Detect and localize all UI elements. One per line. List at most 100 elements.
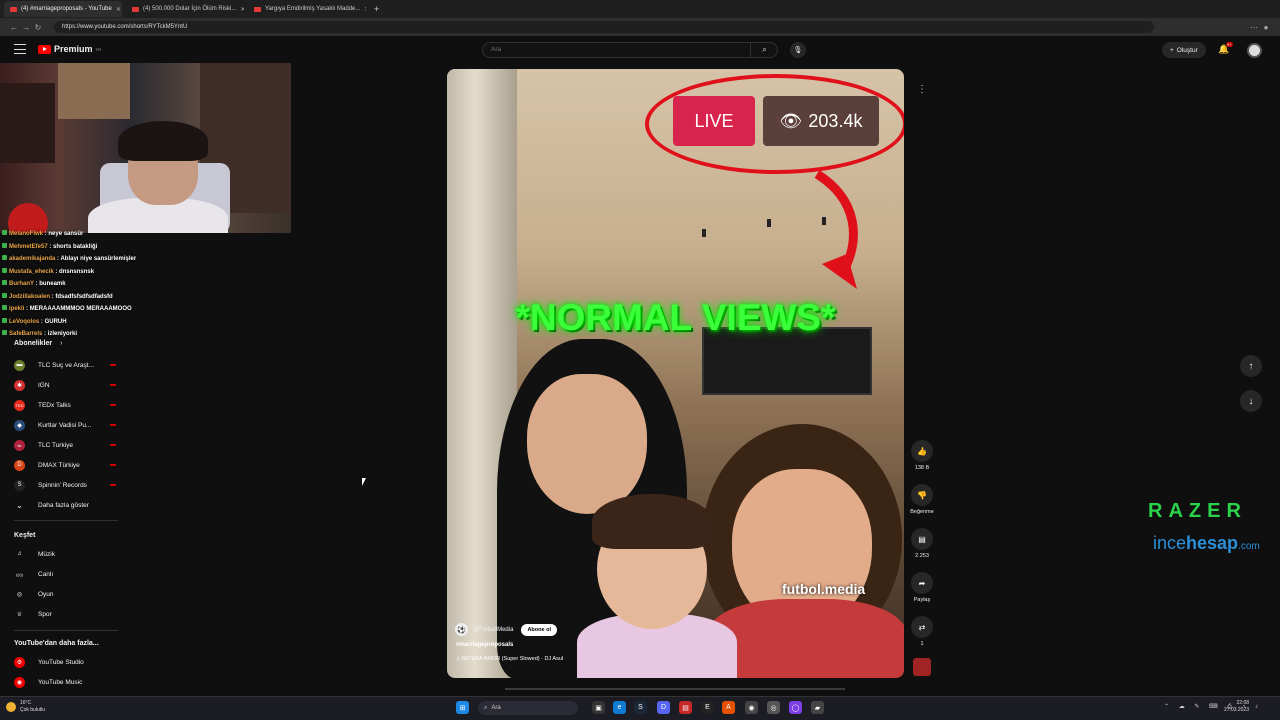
chat-text: izleniyorki xyxy=(47,331,78,337)
steam-icon[interactable]: S xyxy=(634,701,647,714)
app-icon[interactable]: ▤ xyxy=(679,701,692,714)
shorts-video-player[interactable]: LIVE 👁 203.4k *NORMAL VIEWS* futbol.medi… xyxy=(447,69,904,678)
live-indicator xyxy=(110,364,116,366)
chat-username: LeVoqolos xyxy=(9,318,40,325)
tab-title: Yargıya Emdirilmiş Yasaklı Madde... xyxy=(265,6,361,12)
sidebar-item[interactable]: ♫ Müzik xyxy=(14,544,114,564)
channel-icon: D xyxy=(14,459,25,471)
chat-username: BurhanY xyxy=(9,281,34,287)
profile-icon[interactable]: ● xyxy=(1260,23,1272,32)
video-hashtag[interactable]: #marriageproposals xyxy=(456,642,513,648)
clock-date: 27.03.2023 xyxy=(1224,707,1250,713)
search-icon: ⌕ xyxy=(484,704,488,711)
share-button[interactable]: ➦ xyxy=(911,572,933,594)
sidebar-item[interactable]: ▬ TLC Suç ve Araşt... xyxy=(14,355,116,375)
app-icon[interactable]: ◎ xyxy=(767,701,780,714)
close-tab-icon[interactable]: ✕ xyxy=(116,6,121,13)
taskbar-search[interactable]: ⌕ Ara xyxy=(478,701,578,715)
sidebar-item-label: Kurtlar Vadisi Pu... xyxy=(38,421,92,429)
app-icon[interactable]: A xyxy=(722,701,735,714)
discord-icon[interactable]: D xyxy=(657,701,670,714)
sidebar-item[interactable]: ((•)) Canlı xyxy=(14,564,114,584)
comments-button[interactable]: ▤ xyxy=(911,528,933,550)
browser-tab-2[interactable]: (4) 500.000 Dolar İçin Ölüm Riski... ✕ xyxy=(126,1,244,17)
channel-avatar[interactable]: ⚽ xyxy=(455,623,468,636)
chat-username: Jodzillakoalen xyxy=(9,293,51,300)
more-options-icon[interactable]: ⋮ xyxy=(911,78,933,100)
youtube-premium-logo[interactable]: Premium TR xyxy=(38,44,101,54)
browser-tab-1[interactable]: (4) #marriageproposals - YouTube ✕ xyxy=(4,1,122,17)
sidebar-item[interactable]: ⚙ YouTube Studio xyxy=(14,652,114,672)
app-icon[interactable]: ▰ xyxy=(811,701,824,714)
forward-icon[interactable]: → xyxy=(20,23,32,32)
futbol-media-watermark: futbol.media xyxy=(782,581,866,597)
reload-icon[interactable]: ↻ xyxy=(32,23,44,32)
arrow-up-icon: ↑ xyxy=(1248,360,1254,372)
url-field[interactable]: https://www.youtube.com/shorts/RYTckM5Yn… xyxy=(54,21,1154,33)
close-tab-icon[interactable]: ✕ xyxy=(364,6,366,13)
sidebar-item[interactable]: ✱ IGN xyxy=(14,375,116,395)
sidebar-item[interactable]: S Spinnin' Records xyxy=(14,475,116,495)
task-view-icon[interactable]: ▣ xyxy=(592,701,605,714)
extensions-icon[interactable]: ⋯ xyxy=(1248,23,1260,32)
sidebar-item[interactable]: D DMAX Türkiye xyxy=(14,455,116,475)
epic-icon[interactable]: E xyxy=(701,701,714,714)
search-input[interactable] xyxy=(491,46,731,53)
menu-icon[interactable] xyxy=(14,44,26,54)
new-tab-button[interactable]: + xyxy=(374,4,379,14)
show-more-button[interactable]: ⌄ Daha fazla göster xyxy=(14,495,114,515)
subscriptions-heading[interactable]: Abonelikler › xyxy=(14,340,62,347)
chat-text: fdsadfsfsdfsdfadsfd xyxy=(55,293,113,300)
sidebar-item[interactable]: tlc TLC Turkiye xyxy=(14,435,116,455)
search-icon[interactable]: ⌕ xyxy=(750,42,778,58)
back-icon[interactable]: ← xyxy=(8,23,20,32)
like-button[interactable]: 👍 xyxy=(911,440,933,462)
music-track[interactable]: ♫ NO ERA AMOR (Super Slowed) · DJ Asul xyxy=(456,656,563,662)
sidebar-item[interactable]: ◎ Oyun xyxy=(14,584,114,604)
tab-title: (4) #marriageproposals - YouTube xyxy=(21,6,112,12)
dislike-button[interactable]: 👎 xyxy=(911,484,933,506)
channel-row: ⚽ @FutballMedia Abone ol xyxy=(455,623,557,636)
chat-message: ipekli : MERAAAAMMMOO MERAAAMOOO xyxy=(2,303,292,316)
edge-icon[interactable]: e xyxy=(613,701,626,714)
obs-icon[interactable]: ◉ xyxy=(745,701,758,714)
sidebar-item[interactable]: TED TEDx Talks xyxy=(14,395,116,415)
close-tab-icon[interactable]: ✕ xyxy=(240,6,244,13)
channel-icon: S xyxy=(14,479,25,491)
remix-button[interactable]: ⇄ xyxy=(911,616,933,638)
badge-icon xyxy=(2,255,7,260)
subscribe-button[interactable]: Abone ol xyxy=(521,623,557,636)
browser-tab-3[interactable]: Yargıya Emdirilmiş Yasaklı Madde... ✕ xyxy=(248,1,366,17)
badge-icon xyxy=(2,242,7,248)
woman-face xyxy=(527,374,647,514)
channel-icon: ▬ xyxy=(14,359,25,371)
music-thumbnail[interactable] xyxy=(913,658,931,676)
toddler-hair xyxy=(592,494,712,549)
create-button[interactable]: + Oluştur xyxy=(1162,42,1206,58)
channel-name[interactable]: @FutballMedia xyxy=(473,627,513,633)
next-short-button[interactable]: ↓ xyxy=(1240,390,1262,412)
chat-text: GURUH xyxy=(44,318,67,325)
previous-short-button[interactable]: ↑ xyxy=(1240,355,1262,377)
microphone-icon[interactable]: 🎙 xyxy=(790,42,806,58)
sidebar-item[interactable]: ◉ YouTube Music xyxy=(14,672,114,692)
viewer-count: 203.4k xyxy=(808,110,863,131)
weather-widget[interactable]: 16°C Çok bulutlu xyxy=(6,700,45,714)
comment-count: 2.253 xyxy=(915,553,929,559)
video-progress-bar[interactable] xyxy=(505,688,845,690)
sidebar-item[interactable]: ♕ Spor xyxy=(14,604,114,624)
badge-icon xyxy=(2,330,7,335)
address-bar: ← → ↻ https://www.youtube.com/shorts/RYT… xyxy=(0,18,1280,36)
taskbar-clock[interactable]: 22:08 27.03.2023 xyxy=(1224,700,1249,714)
badge-icon xyxy=(2,280,7,285)
remix-count: 1 xyxy=(920,641,924,647)
windows-start-icon[interactable]: ⊞ xyxy=(456,701,469,714)
like-count: 138 B xyxy=(914,465,930,471)
chat-message: MehmetEfe57 : shorts batakliği xyxy=(2,241,292,254)
chat-message: MelanoFlwk : neye sansür xyxy=(2,228,292,241)
app-icon[interactable]: ◯ xyxy=(789,701,802,714)
account-avatar[interactable] xyxy=(1247,43,1262,58)
sidebar-item[interactable]: ◆ Kurtlar Vadisi Pu... xyxy=(14,415,116,435)
youtube-favicon-icon xyxy=(254,6,261,12)
channel-icon: ◎ xyxy=(16,591,23,598)
